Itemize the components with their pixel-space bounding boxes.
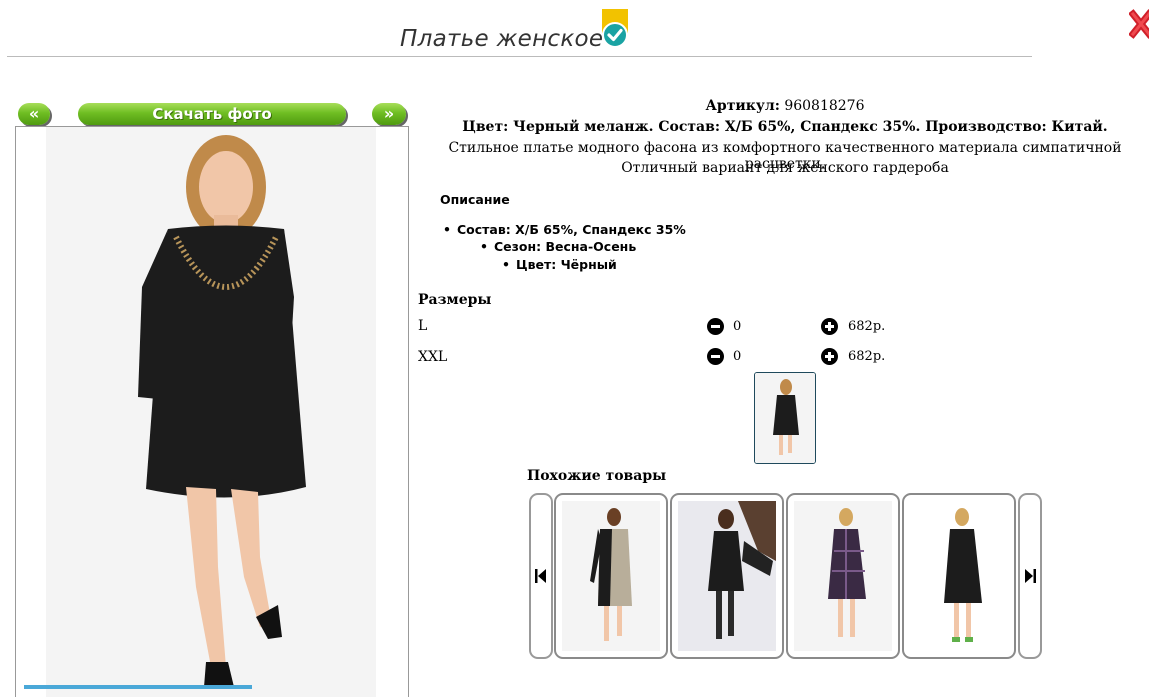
download-photo-button[interactable]: Скачать фото bbox=[78, 103, 346, 125]
photo-background bbox=[46, 127, 376, 697]
sizes-heading: Размеры bbox=[418, 292, 492, 308]
photo-scrollbar[interactable] bbox=[24, 685, 252, 689]
size-name-xxl: XXL bbox=[418, 349, 448, 365]
carousel-next-icon[interactable] bbox=[1018, 493, 1042, 659]
article-label: Артикул: bbox=[705, 98, 780, 114]
article-line: Артикул: 960818276 bbox=[415, 98, 1149, 114]
specs-heading: Описание bbox=[440, 192, 510, 207]
product-thumbnail[interactable] bbox=[754, 372, 816, 464]
thumbnail-image bbox=[755, 373, 815, 463]
increase-qty-xxl-button[interactable] bbox=[821, 348, 838, 365]
qty-value-l: 0 bbox=[733, 319, 742, 334]
similar-products-heading: Похожие товары bbox=[527, 468, 667, 484]
similar-product-card[interactable] bbox=[786, 493, 900, 659]
close-icon[interactable] bbox=[1128, 8, 1149, 40]
photo-prev-button[interactable]: « bbox=[18, 103, 50, 125]
similar-product-card[interactable] bbox=[902, 493, 1016, 659]
page-title: Платье женское bbox=[400, 26, 604, 52]
color-composition-line: Цвет: Черный меланж. Состав: Х/Б 65%, Сп… bbox=[462, 119, 1108, 135]
similar-product-card[interactable] bbox=[670, 493, 784, 659]
decrease-qty-xxl-button[interactable] bbox=[707, 348, 724, 365]
similar-product-image bbox=[910, 501, 1008, 651]
dress-model-image bbox=[138, 135, 306, 687]
price-l: 682р. bbox=[848, 319, 886, 334]
spec-item-color: Цвет: Чёрный bbox=[502, 257, 617, 272]
similar-product-card[interactable] bbox=[554, 493, 668, 659]
similar-product-image bbox=[562, 501, 660, 651]
increase-qty-l-button[interactable] bbox=[821, 318, 838, 335]
similar-product-image bbox=[678, 501, 776, 651]
size-name-l: L bbox=[418, 318, 428, 334]
photo-next-button[interactable]: » bbox=[372, 103, 406, 125]
header-divider bbox=[7, 56, 1032, 57]
main-product-photo[interactable] bbox=[15, 126, 409, 697]
qty-value-xxl: 0 bbox=[733, 349, 742, 364]
spec-item-composition: Состав: Х/Б 65%, Спандекс 35% bbox=[443, 222, 686, 237]
check-badge-icon bbox=[601, 9, 629, 49]
price-xxl: 682р. bbox=[848, 349, 886, 364]
decrease-qty-l-button[interactable] bbox=[707, 318, 724, 335]
spec-item-season: Сезон: Весна-Осень bbox=[480, 239, 636, 254]
article-value: 960818276 bbox=[784, 98, 865, 114]
description-line-2: Отличный вариант для женского гардероба bbox=[621, 160, 949, 176]
similar-product-image bbox=[794, 501, 892, 651]
carousel-prev-icon[interactable] bbox=[529, 493, 553, 659]
